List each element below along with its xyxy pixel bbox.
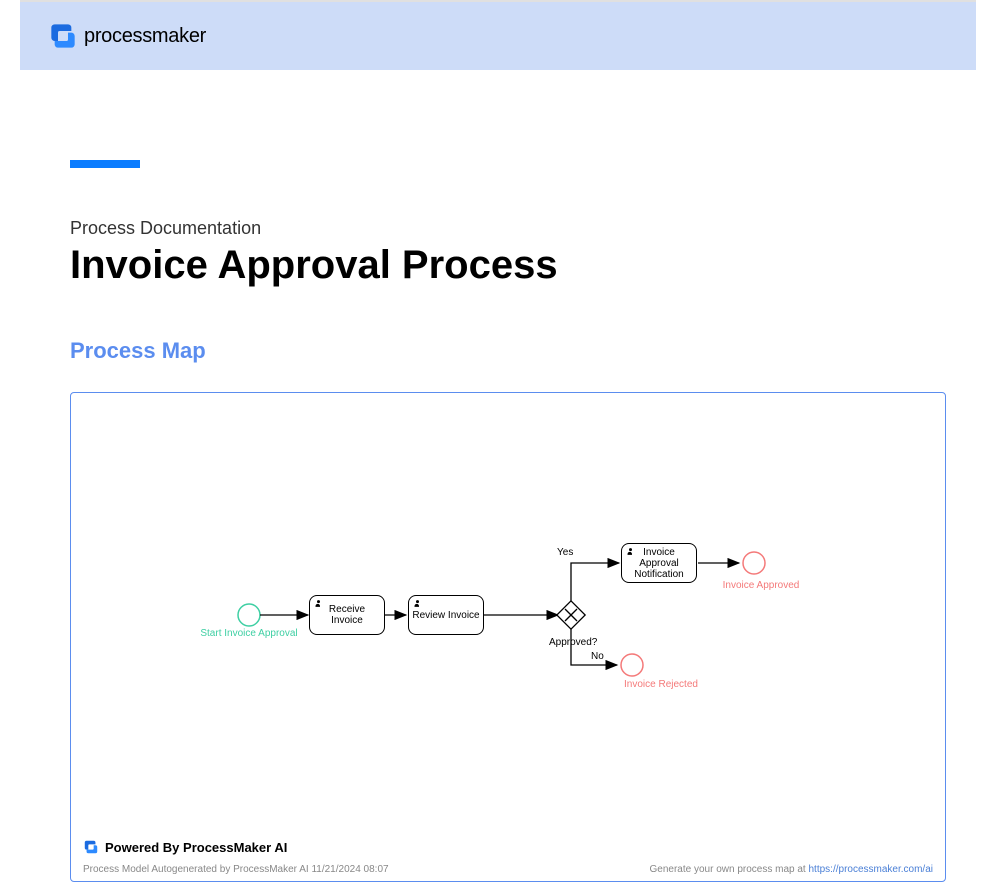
bpmn-diagram — [71, 393, 911, 833]
end-event-approved — [743, 552, 765, 574]
start-event-label: Start Invoice Approval — [199, 628, 299, 640]
footer-cta-link[interactable]: https://processmaker.com/ai — [809, 864, 934, 875]
header-banner: processmaker — [20, 0, 976, 70]
footer-meta: Process Model Autogenerated by ProcessMa… — [83, 864, 389, 875]
powered-by: Powered By ProcessMaker AI — [83, 839, 287, 855]
subtitle: Process Documentation — [70, 218, 946, 239]
end-approved-label: Invoice Approved — [706, 580, 816, 592]
page-title: Invoice Approval Process — [70, 243, 946, 288]
footer-cta: Generate your own process map at https:/… — [650, 864, 933, 875]
section-title: Process Map — [70, 338, 946, 364]
task-label: Review Invoice — [412, 610, 479, 621]
powered-by-text: Powered By ProcessMaker AI — [105, 840, 287, 855]
task-approval-notification: Invoice Approval Notification — [621, 543, 697, 583]
yes-label: Yes — [557, 547, 573, 559]
processmaker-logo-icon — [48, 21, 78, 51]
task-receive-invoice: Receive Invoice — [309, 595, 385, 635]
task-label: Invoice Approval Notification — [624, 547, 694, 580]
processmaker-logo-icon — [83, 839, 99, 855]
start-event — [238, 604, 260, 626]
task-review-invoice: Review Invoice — [408, 595, 484, 635]
task-label: Receive Invoice — [312, 604, 382, 626]
end-rejected-label: Invoice Rejected — [606, 679, 716, 691]
gateway-approved — [557, 601, 585, 629]
footer-cta-text: Generate your own process map at — [650, 864, 809, 875]
gateway-label: Approved? — [549, 637, 597, 649]
content-area: Process Documentation Invoice Approval P… — [0, 70, 996, 882]
end-event-rejected — [621, 654, 643, 676]
brand-name: processmaker — [84, 25, 206, 48]
no-label: No — [591, 651, 604, 663]
brand-logo: processmaker — [48, 21, 206, 51]
accent-bar — [70, 160, 140, 168]
process-map-container: Receive Invoice Review Invoice Invoice A… — [70, 392, 946, 882]
